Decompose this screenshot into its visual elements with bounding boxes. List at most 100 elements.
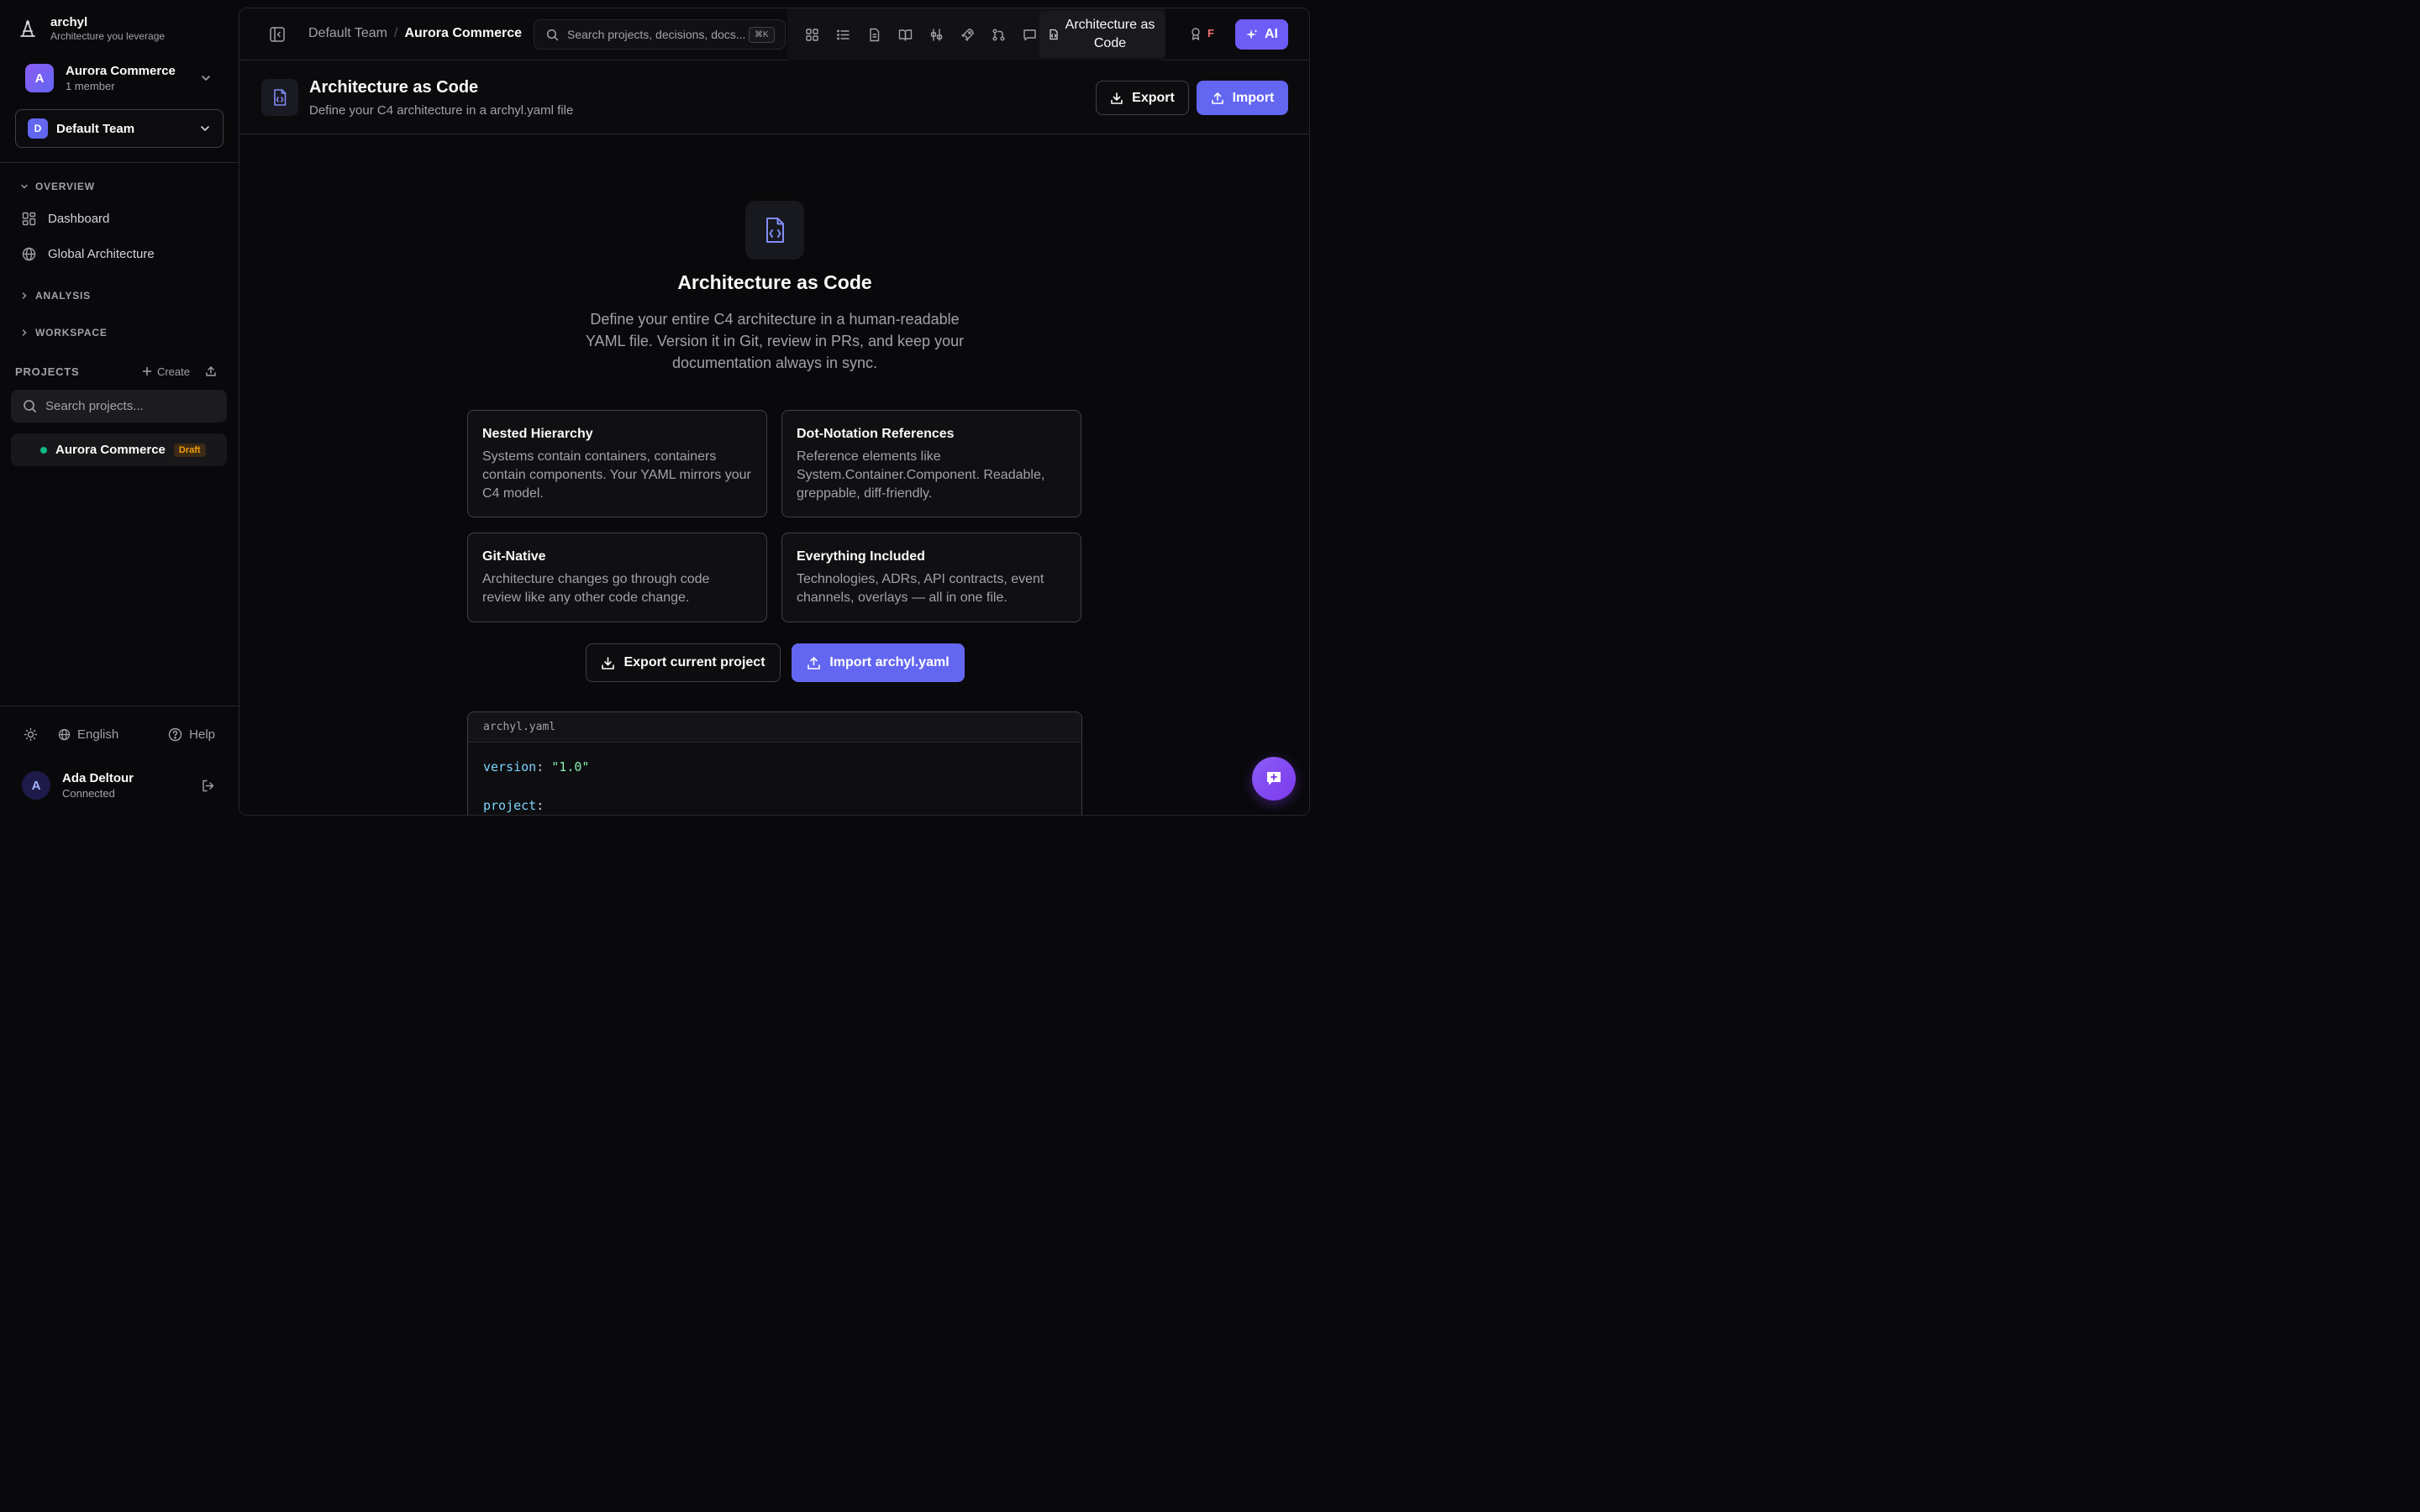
grade-badge: F: [1207, 27, 1214, 39]
export-button[interactable]: Export: [1096, 81, 1189, 115]
yaml-key: project: [483, 798, 537, 813]
upload-project-icon[interactable]: [205, 365, 217, 377]
brand[interactable]: archyl Architecture you leverage: [17, 15, 165, 43]
upload-icon: [1211, 92, 1223, 104]
view-list-button[interactable]: [828, 19, 859, 50]
view-git-button[interactable]: [983, 19, 1014, 50]
view-compare-button[interactable]: [921, 19, 952, 50]
export-label: Export: [1132, 90, 1175, 105]
import-yaml-label: Import archyl.yaml: [829, 655, 950, 669]
chat-feedback-button[interactable]: [1252, 757, 1296, 801]
import-yaml-button[interactable]: Import archyl.yaml: [792, 643, 965, 682]
feature-card-title: Git-Native: [482, 549, 546, 564]
project-avatar: A: [25, 64, 54, 92]
theme-toggle-sun-icon[interactable]: [24, 727, 38, 742]
top-bar: Default Team / Aurora Commerce ⌘K: [239, 8, 1309, 60]
hero-description: Define your entire C4 architecture in a …: [585, 311, 965, 371]
file-code-icon: [274, 89, 287, 106]
project-switcher[interactable]: A Aurora Commerce 1 member: [15, 59, 224, 97]
global-search[interactable]: ⌘K: [534, 19, 786, 50]
brand-tagline: Architecture you leverage: [50, 30, 166, 42]
globe-icon: [58, 728, 71, 740]
sidebar-item-dashboard[interactable]: Dashboard: [22, 212, 109, 226]
sidebar-item-label: Dashboard: [48, 212, 110, 226]
sparkles-icon: [1246, 29, 1258, 39]
chevron-right-icon: [22, 329, 27, 336]
section-analysis[interactable]: ANALYSIS: [20, 290, 91, 302]
search-icon: [546, 29, 559, 40]
upload-icon: [808, 656, 821, 669]
grid-icon: [806, 28, 818, 41]
book-icon: [898, 29, 913, 41]
help-button[interactable]: Help: [168, 727, 215, 742]
view-grid-button[interactable]: [797, 19, 828, 50]
project-search-input[interactable]: [45, 399, 213, 413]
section-analysis-label: ANALYSIS: [35, 290, 91, 302]
feature-card-title: Everything Included: [797, 549, 925, 564]
rocket-icon: [961, 28, 974, 41]
chevron-down-icon: [202, 76, 210, 81]
export-current-project-button[interactable]: Export current project: [586, 643, 781, 682]
user-profile: A Ada Deltour Connected: [22, 769, 215, 801]
breadcrumb-separator: /: [393, 26, 398, 40]
sidebar-footer-tools: English Help: [24, 726, 215, 743]
yaml-key: version: [483, 759, 537, 774]
sidebar-item-global-architecture[interactable]: Global Architecture: [22, 247, 155, 261]
feature-card-text: Technologies, ADRs, API contracts, event…: [797, 572, 1044, 605]
hero-title: Architecture as Code: [677, 271, 872, 293]
brand-name: archyl: [50, 15, 88, 29]
content-area: Architecture as Code Define your entire …: [239, 135, 1309, 815]
logout-icon[interactable]: [201, 779, 215, 793]
file-code-icon: [766, 218, 784, 243]
project-switcher-name: Aurora Commerce: [66, 64, 176, 78]
tab-architecture-as-code[interactable]: Architecture as Code: [1039, 11, 1165, 58]
plus-icon: [142, 366, 152, 376]
download-icon: [1111, 92, 1123, 104]
import-label: Import: [1232, 90, 1275, 105]
code-body: version: "1.0" project:: [468, 743, 1081, 815]
sidebar-toggle-icon[interactable]: [269, 26, 286, 43]
project-list-item-name: Aurora Commerce: [55, 443, 166, 457]
import-button[interactable]: Import: [1197, 81, 1288, 115]
section-overview[interactable]: OVERVIEW: [20, 181, 95, 192]
view-deploy-button[interactable]: [952, 19, 983, 50]
breadcrumb: Default Team / Aurora Commerce: [308, 26, 522, 41]
git-pull-request-icon: [992, 29, 1005, 40]
hero-icon: [745, 201, 804, 260]
message-square-icon: [1023, 29, 1036, 40]
breadcrumb-project[interactable]: Aurora Commerce: [404, 26, 522, 41]
globe-icon: [22, 247, 36, 261]
yaml-value: "1.0": [551, 759, 590, 774]
feature-card-text: Architecture changes go through code rev…: [482, 572, 710, 605]
yaml-code-preview: archyl.yaml version: "1.0" project:: [467, 711, 1082, 815]
language-selector[interactable]: English: [58, 727, 118, 742]
section-workspace[interactable]: WORKSPACE: [20, 327, 108, 339]
team-select[interactable]: D Default Team: [15, 109, 224, 148]
award-icon[interactable]: [1189, 27, 1202, 40]
project-status-dot: [40, 446, 47, 454]
list-icon: [837, 29, 850, 39]
ai-button[interactable]: AI: [1235, 19, 1288, 50]
create-project-label: Create: [156, 365, 190, 378]
create-project-button[interactable]: Create: [142, 365, 190, 378]
code-filename: archyl.yaml: [468, 712, 1081, 743]
page-header: Architecture as Code Define your C4 arch…: [239, 60, 1309, 134]
feature-card: Everything Included Technologies, ADRs, …: [781, 533, 1081, 622]
draft-badge: Draft: [173, 443, 206, 457]
view-book-button[interactable]: [890, 19, 921, 50]
code-line: version: "1.0": [483, 759, 590, 774]
breadcrumb-team[interactable]: Default Team: [308, 26, 387, 41]
view-document-button[interactable]: [859, 19, 890, 50]
project-search[interactable]: [11, 390, 227, 423]
user-status: Connected: [62, 787, 115, 800]
project-list-item[interactable]: Aurora Commerce Draft: [11, 433, 227, 466]
document-icon: [870, 28, 880, 41]
tab-architecture-as-code-label: Architecture as Code: [1065, 18, 1155, 50]
file-code-icon: [1050, 29, 1058, 40]
global-search-input[interactable]: [567, 28, 749, 41]
section-workspace-label: WORKSPACE: [35, 327, 108, 339]
feature-card-text: Systems contain containers, containers c…: [482, 449, 751, 501]
chevron-down-icon: [21, 184, 28, 189]
feature-card-title: Dot-Notation References: [797, 427, 955, 441]
sidebar-item-label: Global Architecture: [48, 247, 155, 261]
